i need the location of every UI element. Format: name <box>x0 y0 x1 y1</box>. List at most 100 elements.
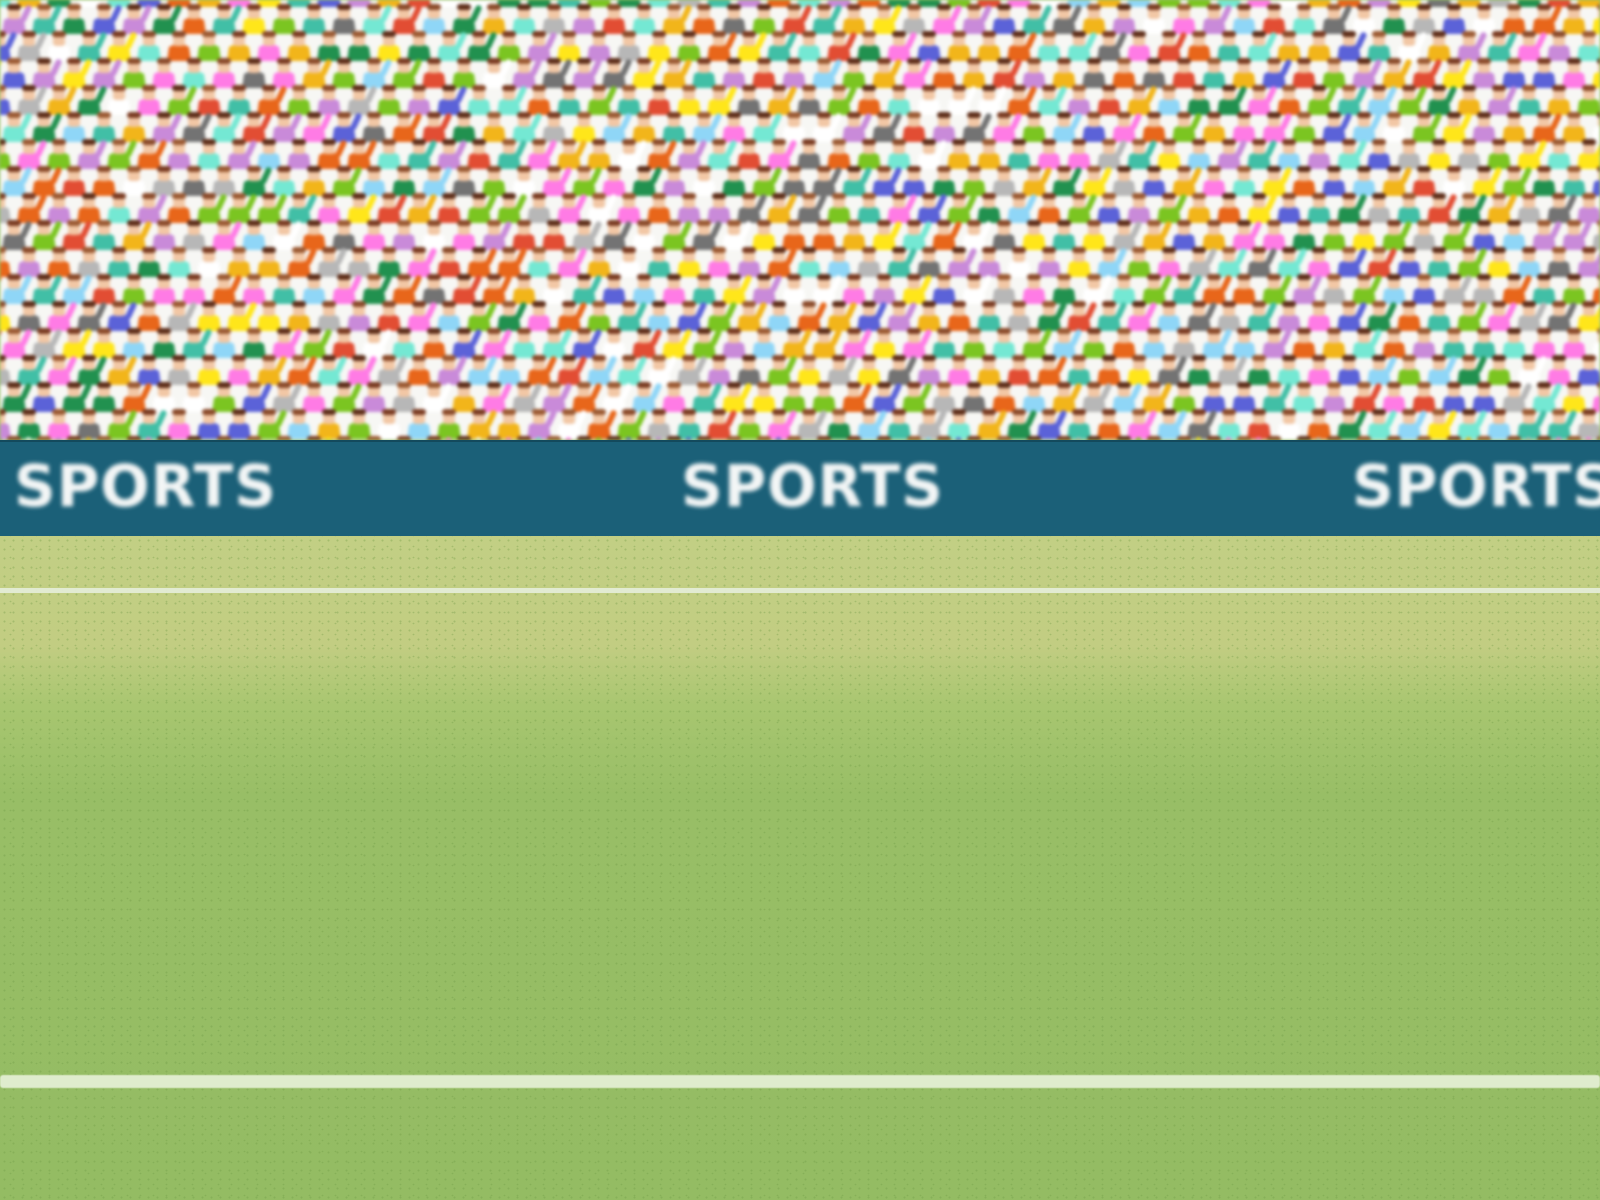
spectator <box>632 328 662 358</box>
spectator <box>1097 139 1127 169</box>
spectator <box>1442 112 1472 142</box>
spectator <box>782 382 806 412</box>
spectator <box>212 4 242 34</box>
spectator <box>1007 247 1031 277</box>
spectator <box>377 247 401 277</box>
spectator <box>1022 220 1046 250</box>
spectator <box>242 328 266 358</box>
spectator <box>1157 409 1187 439</box>
spectator <box>92 58 122 88</box>
spectator <box>527 301 551 331</box>
spectator <box>62 382 92 412</box>
spectator <box>692 58 716 88</box>
spectator <box>1202 382 1226 412</box>
spectator <box>752 112 782 142</box>
spectator <box>962 4 992 34</box>
spectator <box>827 193 851 223</box>
spectator <box>1172 4 1196 34</box>
spectator <box>1022 328 1052 358</box>
spectator <box>1292 58 1316 88</box>
spectator <box>1487 247 1511 277</box>
spectator <box>887 139 911 169</box>
spectator <box>752 4 776 34</box>
spectator <box>632 382 662 412</box>
spectator <box>1487 355 1511 385</box>
spectator <box>1082 112 1106 142</box>
spectator <box>77 139 107 169</box>
spectator <box>17 409 41 439</box>
spectator <box>1577 355 1600 385</box>
spectator <box>1592 328 1600 358</box>
spectator <box>842 166 872 196</box>
spectator <box>557 355 587 385</box>
spectator <box>887 409 911 439</box>
spectator <box>182 4 206 34</box>
spectator <box>722 382 752 412</box>
spectator <box>1547 193 1577 223</box>
spectator <box>1232 58 1256 88</box>
spectator <box>332 328 356 358</box>
spectator <box>1097 85 1121 115</box>
spectator <box>227 355 251 385</box>
spectator <box>902 328 932 358</box>
spectator <box>167 85 197 115</box>
spectator <box>1172 382 1196 412</box>
spectator <box>872 112 902 142</box>
spectator <box>347 355 377 385</box>
spectator <box>137 31 161 61</box>
spectator <box>857 85 881 115</box>
spectator <box>272 220 302 250</box>
spectator <box>332 166 362 196</box>
spectator <box>557 31 581 61</box>
spectator <box>722 112 746 142</box>
spectator <box>1277 247 1307 277</box>
spectator <box>557 193 587 223</box>
spectator <box>482 274 512 304</box>
spectator <box>677 85 701 115</box>
spectator <box>1052 274 1076 304</box>
spectator <box>1517 85 1541 115</box>
spectator <box>1397 247 1421 277</box>
spectator <box>992 4 1016 34</box>
crowd-illustration <box>0 0 1600 440</box>
spectator <box>602 220 632 250</box>
spectator <box>272 328 302 358</box>
spectator <box>617 85 641 115</box>
spectator <box>557 139 587 169</box>
spectator <box>797 355 821 385</box>
spectator <box>1502 220 1526 250</box>
spectator <box>857 301 887 331</box>
spectator <box>767 31 797 61</box>
spectator <box>797 301 827 331</box>
spectator <box>0 355 11 385</box>
spectator <box>1427 301 1451 331</box>
spectator <box>1292 220 1316 250</box>
spectator <box>1172 166 1202 196</box>
spectator <box>1412 274 1436 304</box>
spectator <box>1082 382 1112 412</box>
spectator <box>827 301 857 331</box>
spectator <box>212 112 242 142</box>
spectator <box>1307 139 1331 169</box>
spectator <box>797 31 821 61</box>
spectator <box>962 274 992 304</box>
spectator <box>1007 193 1037 223</box>
spectator <box>1142 382 1172 412</box>
spectator <box>542 112 566 142</box>
spectator <box>497 31 521 61</box>
spectator <box>542 382 572 412</box>
spectator <box>497 85 527 115</box>
spectator <box>227 193 257 223</box>
spectator <box>92 166 116 196</box>
spectator <box>977 139 1001 169</box>
spectator <box>887 85 911 115</box>
spectator <box>2 328 32 358</box>
spectator <box>497 139 527 169</box>
spectator <box>602 166 626 196</box>
spectator <box>1292 166 1316 196</box>
spectator <box>1097 301 1127 331</box>
spectator <box>242 274 266 304</box>
spectator <box>0 409 11 439</box>
spectator <box>977 355 1001 385</box>
spectator <box>1022 166 1052 196</box>
